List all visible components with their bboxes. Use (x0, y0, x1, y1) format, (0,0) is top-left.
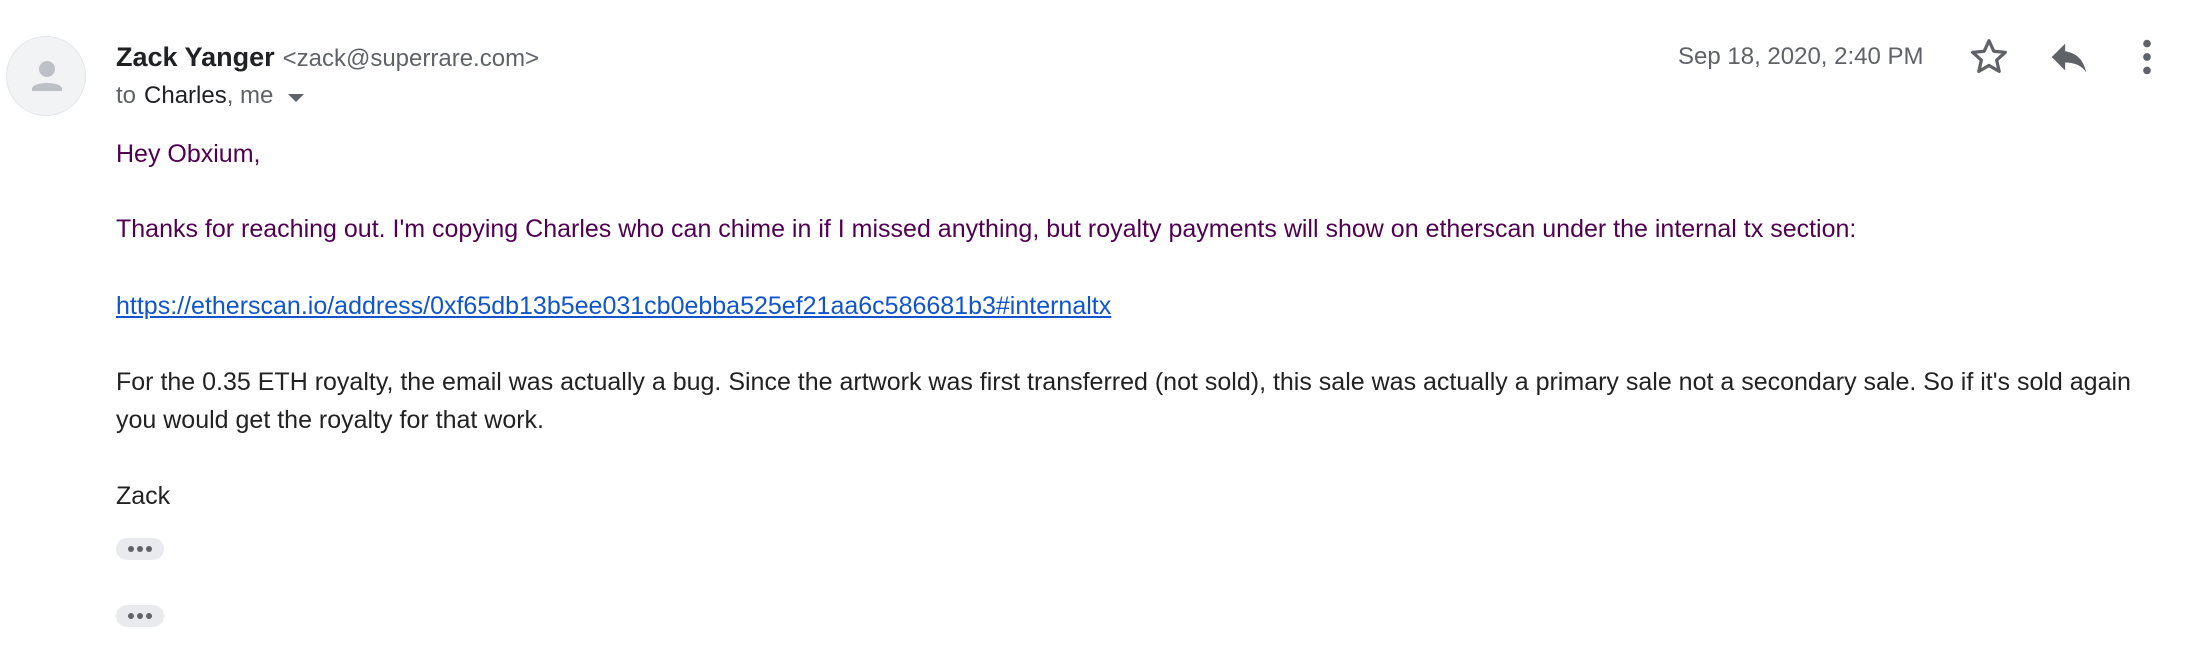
ellipsis-icon (128, 613, 134, 619)
star-button[interactable] (1966, 34, 2012, 80)
show-details-button[interactable] (287, 80, 305, 112)
message-signoff: Zack (116, 482, 171, 510)
caret-down-icon (288, 94, 305, 102)
sender-email: <zack@superrare.com> (282, 45, 540, 72)
message-line-1: Thanks for reaching out. I'm copying Cha… (116, 215, 1857, 243)
to-label: to (116, 82, 137, 109)
person-icon (32, 61, 62, 91)
show-trimmed-content-button[interactable] (116, 605, 164, 627)
reply-icon (2051, 43, 2087, 73)
reply-button[interactable] (2046, 34, 2092, 80)
show-trimmed-content-button[interactable] (116, 538, 164, 560)
more-options-button[interactable] (2124, 34, 2170, 80)
ellipsis-icon (128, 546, 134, 552)
recipient-names: Charles (144, 82, 227, 109)
message-greeting: Hey Obxium, (116, 140, 261, 168)
sender-name[interactable]: Zack Yanger (116, 42, 275, 72)
sender-avatar[interactable] (6, 36, 86, 116)
sender-line: Zack Yanger <zack@superrare.com> (116, 40, 539, 79)
message-paragraph: For the 0.35 ETH royalty, the email was … (116, 368, 2131, 434)
ellipsis-icon (137, 613, 143, 619)
more-vert-icon (2143, 39, 2151, 75)
ellipsis-icon (146, 546, 152, 552)
ellipsis-icon (146, 613, 152, 619)
star-icon (1971, 39, 2007, 74)
ellipsis-icon (137, 546, 143, 552)
recipients-line: to Charles, me (116, 80, 305, 112)
recipient-me: , me (226, 82, 274, 109)
message-date: Sep 18, 2020, 2:40 PM (1678, 43, 1924, 70)
etherscan-link[interactable]: https://etherscan.io/address/0xf65db13b5… (116, 287, 2156, 325)
